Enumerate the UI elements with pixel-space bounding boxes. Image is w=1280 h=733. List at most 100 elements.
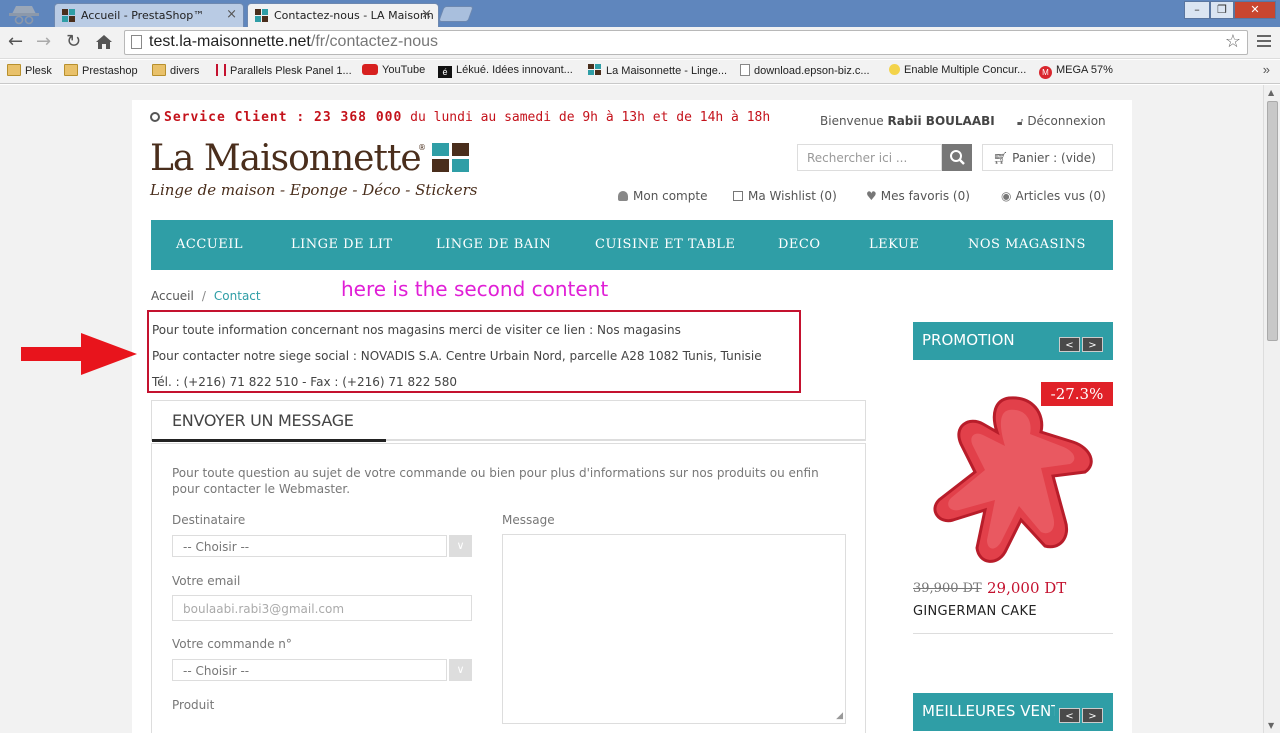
cart-label: Panier : (vide) [1012,151,1096,165]
bookmark-parallels[interactable]: Parallels Plesk Panel 1... [216,64,352,77]
folder-icon [152,64,166,76]
maisonnette-favicon-icon [255,9,268,22]
vertical-scrollbar[interactable]: ▲ ▼ [1263,85,1280,733]
email-label: Votre email [172,574,241,588]
address-bar[interactable]: test.la-maisonnette.net/fr/contactez-nou… [124,30,1248,55]
info-stores-line: Pour toute information concernant nos ma… [152,323,681,337]
bookmark-star-icon[interactable]: ☆ [1225,31,1241,52]
message-textarea[interactable]: ◢ [502,534,846,724]
back-arrow-icon[interactable]: ← [8,31,23,52]
best-sellers-carousel-controls: < > [1055,705,1103,723]
nav-item-nos-magasins[interactable]: NOS MAGASINS [968,237,1086,252]
promotion-header: PROMOTION < > [913,322,1113,360]
parallels-icon [216,64,226,76]
minimize-button[interactable]: – [1184,1,1210,19]
welcome-text: Bienvenue Rabii BOULAABI [820,114,995,128]
logo-squares-icon [432,143,470,172]
scroll-up-icon[interactable]: ▲ [1268,88,1274,97]
bookmark-mega[interactable]: M MEGA 57% [1039,64,1113,79]
nav-item-linge-de-lit[interactable]: LINGE DE LIT [291,237,393,252]
bookmark-prestashop[interactable]: Prestashop [64,64,138,77]
service-client: Service Client : 23 368 000 du lundi au … [150,110,790,126]
scroll-down-icon[interactable]: ▼ [1268,721,1274,730]
best-sellers-header: MEILLEURES VENTES < > [913,693,1113,731]
forward-arrow-icon[interactable]: → [36,31,51,52]
more-bookmarks-icon[interactable]: » [1263,62,1270,77]
order-select[interactable]: -- Choisir -- ∨ [172,659,472,681]
recipient-label: Destinataire [172,513,246,527]
breadcrumb-separator: / [201,289,206,303]
nav-item-accueil[interactable]: ACCUEIL [176,237,243,252]
breadcrumb-home[interactable]: Accueil [151,289,194,303]
logo-title[interactable]: La Maisonnette [150,138,422,179]
nav-item-linge-de-bain[interactable]: LINGE DE BAIN [436,237,551,252]
close-tab-icon[interactable]: × [226,7,237,22]
bulb-icon [889,64,900,75]
page-container: Service Client : 23 368 000 du lundi au … [21,100,1132,733]
bookmark-youtube[interactable]: YouTube [362,64,425,76]
my-account-link[interactable]: Mon compte [618,189,707,203]
nav-item-cuisine-et-table[interactable]: CUISINE ET TABLE [595,237,735,252]
chevron-down-icon[interactable]: ∨ [449,659,472,681]
promotion-title: PROMOTION [922,331,1015,349]
bookmark-epson[interactable]: download.epson-biz.c... [740,64,870,77]
browser-menu-icon[interactable] [1257,35,1271,49]
favorites-label: Mes favoris (0) [880,189,970,203]
order-value: -- Choisir -- [183,664,250,678]
cart-button[interactable]: 🛒︎ Panier : (vide) [982,144,1113,171]
bookmark-enable-multiple[interactable]: Enable Multiple Concur... [889,64,1026,76]
contact-form: Pour toute question au sujet de votre co… [151,443,866,733]
welcome-prefix: Bienvenue [820,114,884,128]
new-tab-button[interactable] [438,6,474,22]
prev-arrow-icon[interactable]: < [1059,708,1080,723]
tab-accueil[interactable]: Accueil - PrestaShop™ × [54,3,244,27]
bookmark-plesk[interactable]: Plesk [7,64,52,77]
email-field[interactable]: boulaabi.rabi3@gmail.com [172,595,472,621]
reload-icon[interactable]: ↻ [66,31,81,52]
maximize-button[interactable]: ❐ [1210,1,1234,19]
favorites-link[interactable]: ♥ Mes favoris (0) [866,189,970,203]
search-input[interactable]: Rechercher ici ... [797,144,942,171]
next-arrow-icon[interactable]: > [1082,337,1103,352]
my-account-label: Mon compte [633,189,708,203]
next-arrow-icon[interactable]: > [1082,708,1103,723]
folder-icon [64,64,78,76]
logout-link[interactable]: 🔓︎ Déconnexion [1017,114,1106,128]
bookmark-label: Parallels Plesk Panel 1... [230,65,352,77]
bookmark-label: Plesk [25,65,52,77]
product-name[interactable]: GINGERMAN CAKE [913,604,1037,619]
youtube-icon [362,64,378,75]
close-tab-icon[interactable]: × [421,7,432,22]
chevron-down-icon[interactable]: ∨ [449,535,472,557]
home-icon[interactable] [95,34,113,50]
tab-title: Accueil - PrestaShop™ [81,9,205,22]
wishlist-link[interactable]: Ma Wishlist (0) [733,189,837,203]
bookmark-maisonnette[interactable]: La Maisonnette - Linge... [588,64,727,77]
gingerman-cake-image[interactable] [913,380,1113,575]
logo-tagline: Linge de maison - Eponge - Déco - Sticke… [150,181,478,199]
resize-grip-icon[interactable]: ◢ [836,711,843,721]
browser-toolbar: ← → ↻ test.la-maisonnette.net/fr/contact… [0,27,1280,59]
viewed-articles-label: Articles vus (0) [1015,189,1106,203]
maisonnette-favicon-icon [62,9,75,22]
prev-arrow-icon[interactable]: < [1059,337,1080,352]
bookmark-divers[interactable]: divers [152,64,199,77]
bookmark-lekue[interactable]: é Lékué. Idées innovant... [438,64,573,78]
lekue-icon: é [438,66,452,78]
viewed-articles-link[interactable]: ◉ Articles vus (0) [1001,189,1106,203]
recipient-select[interactable]: -- Choisir -- ∨ [172,535,472,557]
close-window-button[interactable]: ✕ [1234,1,1276,19]
nav-item-deco[interactable]: DECO [778,237,821,252]
bookmark-label: Prestashop [82,65,138,77]
wishlist-label: Ma Wishlist (0) [748,189,837,203]
nav-item-lekue[interactable]: LEKUE [869,237,919,252]
search-button[interactable] [942,144,972,171]
scrollbar-thumb[interactable] [1267,101,1278,341]
breadcrumb: Accueil / Contact [151,289,261,303]
mega-icon: M [1039,66,1052,79]
tab-contact[interactable]: Contactez-nous - LA Maisonn × [247,3,439,27]
clock-icon [150,112,160,122]
product-label: Produit [172,698,215,712]
red-arrow-icon [21,333,137,375]
main-navigation: ACCUEIL LINGE DE LIT LINGE DE BAIN CUISI… [151,220,1113,270]
